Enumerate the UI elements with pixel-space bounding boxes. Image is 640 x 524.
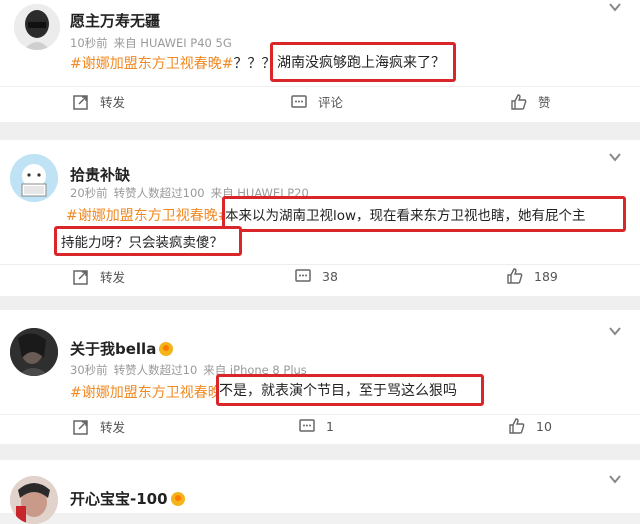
comment-icon [299, 419, 315, 432]
like-button[interactable]: 赞 [510, 92, 551, 111]
like-label: 赞 [538, 95, 551, 110]
comment-card-2: 拾贵补缺 20秒前 转赞人数超过100 来自 HUAWEI P20 #谢娜加盟东方卫… [0, 140, 640, 296]
highlighted-comment-line1: 本来以为湖南卫视low，现在看来东方卫视也瞎，她有屁个主 [222, 196, 626, 232]
username[interactable]: 关于我bella [70, 338, 174, 359]
repost-button[interactable]: 转发 [72, 417, 125, 436]
highlighted-comment-line2: 持能力呀？只会装疯卖傻？ [54, 226, 242, 256]
username[interactable]: 愿主万寿无疆 [70, 10, 160, 31]
device-source: 来自 HUAWEI P40 5G [113, 36, 232, 50]
highlighted-comment: 不是，就表演个节目，至于骂这么狠吗 [216, 374, 484, 406]
username[interactable]: 开心宝宝-100 [70, 488, 185, 509]
divider [0, 264, 640, 265]
separator [0, 296, 640, 310]
avatar[interactable] [14, 4, 60, 50]
comment-button[interactable]: 1 [298, 417, 334, 435]
repost-button[interactable]: 转发 [72, 92, 125, 111]
share-icon [73, 269, 88, 285]
comment-card-1: 愿主万寿无疆 10秒前 来自 HUAWEI P40 5G #谢娜加盟东方卫视春晚#… [0, 0, 640, 122]
avatar[interactable] [10, 476, 58, 524]
separator [0, 444, 640, 460]
comment-card-4: 开心宝宝-100 [0, 460, 640, 524]
comment-card-3: 关于我bella 30秒前 转赞人数超过10 来自 iPhone 8 Plus #谢… [0, 310, 640, 444]
thumbs-up-icon [509, 418, 525, 434]
vip-badge-icon [170, 492, 185, 506]
thumbs-up-icon [511, 93, 527, 110]
timestamp: 30秒前 [70, 363, 108, 377]
avatar[interactable] [10, 328, 58, 376]
comment-icon [291, 94, 307, 108]
comment-button[interactable]: 评论 [290, 92, 343, 111]
highlighted-comment: 湖南没疯够跑上海疯来了？ [270, 42, 456, 82]
repost-label: 转发 [100, 270, 126, 285]
chevron-down-icon[interactable] [608, 2, 622, 12]
like-count: 10 [536, 418, 552, 434]
timestamp: 10秒前 [70, 36, 108, 50]
avatar[interactable] [10, 154, 58, 202]
separator [0, 122, 640, 140]
username-text: 开心宝宝-100 [70, 490, 168, 508]
like-count: 189 [534, 268, 558, 284]
comment-count: 38 [322, 268, 338, 284]
chevron-down-icon[interactable] [608, 152, 622, 162]
repost-count: 转赞人数超过100 [113, 186, 205, 200]
share-icon [73, 419, 88, 435]
hashtag-link[interactable]: #谢娜加盟东方卫视春晚# [70, 56, 233, 72]
username[interactable]: 拾贵补缺 [70, 164, 130, 185]
username-text: 关于我bella [70, 340, 157, 358]
comment-count: 1 [326, 418, 334, 434]
hashtag-line: #谢娜加盟东方卫视春晚# [70, 382, 233, 402]
timestamp: 20秒前 [70, 186, 108, 200]
thumbs-up-icon [507, 268, 523, 284]
hashtag-link[interactable]: #谢娜加盟东方卫视春晚# [70, 385, 233, 401]
comment-label: 评论 [318, 95, 344, 110]
post-meta: 10秒前 来自 HUAWEI P40 5G [70, 35, 238, 51]
share-icon [73, 94, 88, 110]
comment-icon [295, 269, 311, 282]
repost-label: 转发 [100, 95, 126, 110]
comment-text: #谢娜加盟东方卫视春晚#？？？ [70, 53, 275, 73]
like-button[interactable]: 189 [506, 267, 558, 285]
vip-badge-icon [159, 342, 174, 356]
chevron-down-icon[interactable] [608, 326, 622, 336]
hashtag-link[interactable]: #谢娜加盟东方卫视春晚# [66, 208, 229, 224]
chevron-down-icon[interactable] [608, 474, 622, 484]
repost-label: 转发 [100, 420, 126, 435]
like-button[interactable]: 10 [508, 417, 552, 435]
comment-button[interactable]: 38 [294, 267, 338, 285]
divider [0, 86, 640, 87]
divider [0, 414, 640, 415]
hashtag-line: #谢娜加盟东方卫视春晚# [66, 205, 229, 225]
repost-count: 转赞人数超过10 [113, 363, 198, 377]
repost-button[interactable]: 转发 [72, 267, 125, 286]
